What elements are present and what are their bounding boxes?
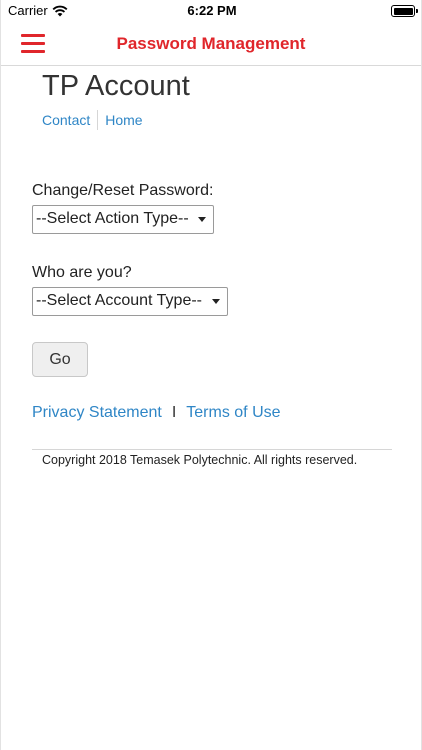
dropdown-arrow-icon — [198, 217, 206, 222]
action-type-select[interactable]: --Select Action Type-- — [32, 205, 214, 234]
account-type-select[interactable]: --Select Account Type-- — [32, 287, 228, 316]
footer-separator: I — [171, 404, 177, 421]
account-type-value: --Select Account Type-- — [36, 292, 202, 309]
battery-icon — [391, 5, 418, 17]
privacy-statement-link[interactable]: Privacy Statement — [32, 404, 162, 422]
top-links: Contact Home — [42, 110, 143, 130]
home-link[interactable]: Home — [105, 112, 142, 128]
footer-links: Privacy Statement I Terms of Use — [32, 404, 281, 422]
clock: 6:22 PM — [187, 3, 237, 18]
nav-title: Password Management — [116, 34, 306, 53]
footer-divider — [32, 449, 392, 450]
status-bar: Carrier 6:22 PM — [1, 0, 422, 22]
page-title: TP Account — [42, 70, 190, 102]
dropdown-arrow-icon — [212, 299, 220, 304]
copyright-text: Copyright 2018 Temasek Polytechnic. All … — [42, 453, 358, 467]
action-type-label: Change/Reset Password: — [32, 182, 214, 199]
action-type-value: --Select Action Type-- — [36, 210, 189, 227]
battery-level — [393, 7, 413, 15]
account-type-label: Who are you? — [32, 264, 132, 281]
go-button[interactable]: Go — [32, 342, 88, 377]
link-divider — [97, 110, 99, 130]
terms-of-use-link[interactable]: Terms of Use — [186, 404, 280, 422]
app-page: Carrier 6:22 PM Password Management TP A… — [0, 0, 422, 750]
contact-link[interactable]: Contact — [42, 112, 90, 128]
nav-header: Password Management — [1, 22, 421, 66]
